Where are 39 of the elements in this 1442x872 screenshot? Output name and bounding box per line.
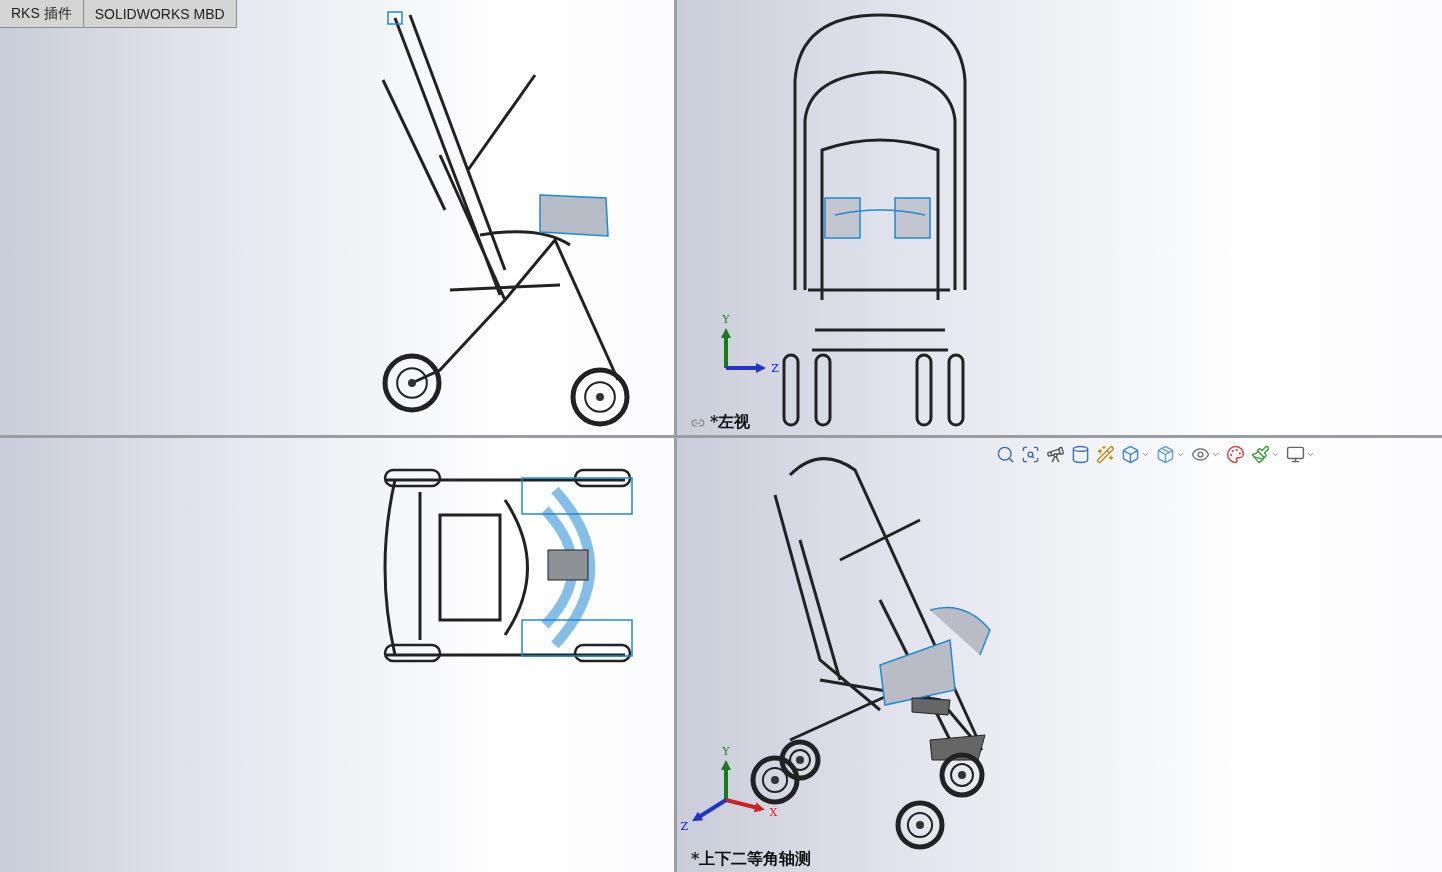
monitor-icon xyxy=(1286,445,1305,464)
caret-icon xyxy=(1211,450,1220,459)
toolbar-button[interactable] xyxy=(995,444,1016,465)
graphics-viewport[interactable]: Y X Z *上下二等角轴测 xyxy=(677,438,1442,872)
toolbar-button[interactable] xyxy=(1070,444,1091,465)
telescope-icon xyxy=(1046,445,1065,464)
scene-icon xyxy=(1251,445,1270,464)
palette-icon xyxy=(1226,445,1245,464)
toolbar-button[interactable] xyxy=(1120,444,1151,465)
toolbar-button[interactable] xyxy=(1225,444,1246,465)
ribbon-tab[interactable]: RKS 插件 xyxy=(0,0,84,28)
wand-icon xyxy=(1096,445,1115,464)
eye-icon xyxy=(1191,445,1210,464)
toolbar-button[interactable] xyxy=(1045,444,1066,465)
axis-label: X xyxy=(769,805,778,819)
section-view-icon xyxy=(1071,445,1090,464)
toolbar-button[interactable] xyxy=(1155,444,1186,465)
cube-icon xyxy=(1121,445,1140,464)
caret-icon xyxy=(1271,450,1280,459)
toolbar-button[interactable] xyxy=(1095,444,1116,465)
toolbar-button[interactable] xyxy=(1285,444,1316,465)
zoom-icon xyxy=(996,445,1015,464)
view-label: *左视 xyxy=(710,412,751,433)
caret-icon xyxy=(1141,450,1150,459)
axis-label: Y xyxy=(722,745,730,758)
view-label: *上下二等角轴测 xyxy=(691,849,812,870)
axis-label: Z xyxy=(680,819,689,833)
graphics-viewport[interactable]: RKS 插件 SOLIDWORKS MBD xyxy=(0,0,674,435)
axis-label: Z xyxy=(771,362,779,375)
toolbar-button[interactable] xyxy=(1020,444,1041,465)
graphics-viewport[interactable]: Y Z *左视 xyxy=(677,0,1442,435)
box-icon xyxy=(1156,445,1175,464)
toolbar-button[interactable] xyxy=(1250,444,1281,465)
ribbon-tab[interactable]: SOLIDWORKS MBD xyxy=(82,0,237,28)
caret-icon xyxy=(1306,450,1315,459)
zoom-area-icon xyxy=(1021,445,1040,464)
graphics-viewport[interactable] xyxy=(0,438,674,872)
axis-label: Y xyxy=(722,313,730,326)
caret-icon xyxy=(1176,450,1185,459)
